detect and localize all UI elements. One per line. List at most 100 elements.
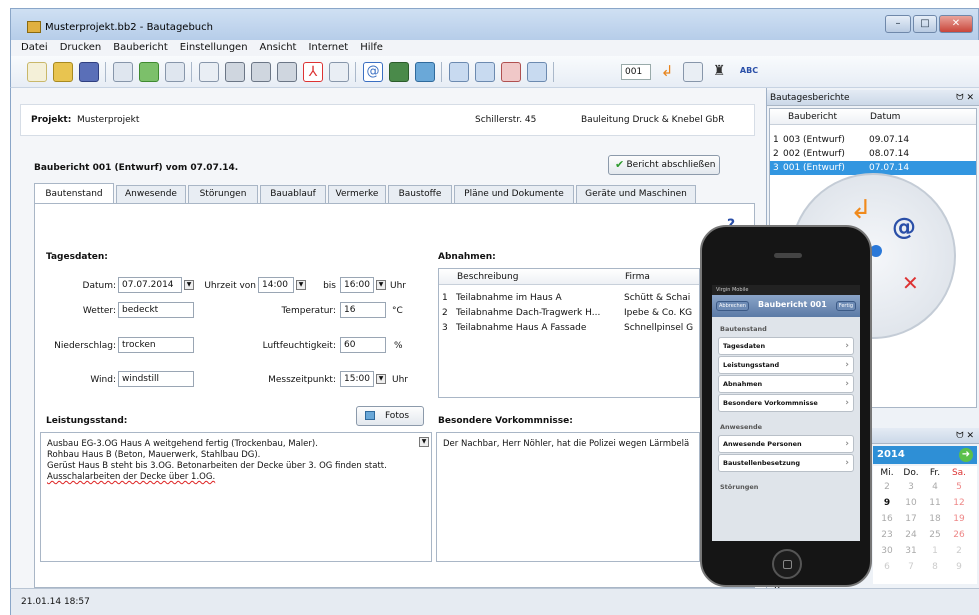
calendar-day[interactable]: 16 [877,514,897,524]
spellcheck-icon[interactable]: ABC [739,62,759,82]
list-icon[interactable] [165,62,185,82]
calendar-day[interactable]: 4 [925,482,945,492]
calendar-day[interactable]: 7 [901,562,921,572]
email-icon[interactable]: @ [363,62,383,82]
tab-anwesende[interactable]: Anwesende [116,185,186,203]
table-icon[interactable] [527,62,547,82]
jump-arrow-icon[interactable]: ↲ [657,62,677,82]
column-beschreibung[interactable]: Beschreibung [457,269,518,285]
pdf-icon[interactable]: ⅄ [303,62,323,82]
column-baubericht[interactable]: Baubericht [788,109,837,125]
report-icon[interactable] [113,62,133,82]
camera-icon[interactable] [415,62,435,82]
phone-item-abnahmen[interactable]: Abnahmen [718,375,854,393]
binoculars-icon[interactable]: ♜ [709,62,729,82]
text-dropdown-icon[interactable]: ▼ [419,437,429,447]
tab-bauablauf[interactable]: Bauablauf [260,185,326,203]
calendar-day[interactable]: 19 [949,514,969,524]
email-icon[interactable]: @ [892,213,916,241]
vorkommnisse-textarea[interactable]: Der Nachbar, Herr Nöhler, hat die Polize… [436,432,700,562]
menu-internet[interactable]: Internet [308,40,348,56]
delete-icon[interactable]: ✕ [902,271,919,295]
calendar-day[interactable]: 24 [901,530,921,540]
datum-field[interactable]: 07.07.2014 [118,277,182,293]
calendar-day[interactable]: 10 [901,498,921,508]
minimize-button[interactable]: – [885,15,911,33]
phone-back-button[interactable]: Abbrechen [716,301,749,311]
print-setup-icon[interactable] [277,62,297,82]
open-icon[interactable] [53,62,73,82]
menu-baubericht[interactable]: Baubericht [113,40,167,56]
bis-field[interactable]: 16:00 [340,277,374,293]
calendar-day[interactable]: 2 [949,546,969,556]
insert-row-icon[interactable] [475,62,495,82]
wind-field[interactable]: windstill [118,371,194,387]
phone-item-baustellenbesetzung[interactable]: Baustellenbesetzung [718,454,854,472]
calendar-day[interactable]: 2 [877,482,897,492]
tab-stoerungen[interactable]: Störungen [188,185,258,203]
datum-dropdown-icon[interactable]: ▼ [184,280,194,290]
column-datum[interactable]: Datum [870,109,900,125]
menu-hilfe[interactable]: Hilfe [360,40,383,56]
menu-ansicht[interactable]: Ansicht [260,40,297,56]
phone-item-leistungsstand[interactable]: Leistungsstand [718,356,854,374]
phone-done-button[interactable]: Fertig [835,301,856,311]
bis-dropdown-icon[interactable]: ▼ [376,280,386,290]
delete-row-icon[interactable] [501,62,521,82]
panel-pin-close-icon[interactable]: ᗢ ✕ [956,90,974,106]
close-button[interactable]: ✕ [939,15,973,33]
calendar-day[interactable]: 12 [949,498,969,508]
calendar-day[interactable]: 17 [901,514,921,524]
menu-drucken[interactable]: Drucken [60,40,102,56]
leistungsstand-textarea[interactable]: Ausbau EG-3.OG Haus A weitgehend fertig … [40,432,432,562]
menu-einstellungen[interactable]: Einstellungen [180,40,248,56]
wetter-field[interactable]: bedeckt [118,302,194,318]
table-row[interactable]: 1 Teilabnahme im Haus A Schütt & Schai [442,291,699,305]
phone-item-tagesdaten[interactable]: Tagesdaten [718,337,854,355]
calendar-day[interactable]: 18 [925,514,945,524]
next-month-icon[interactable]: ➜ [959,448,973,462]
fotos-button[interactable]: Fotos [356,406,424,426]
maximize-button[interactable]: □ [913,15,937,33]
calendar-day[interactable]: 11 [925,498,945,508]
luftfeuchtigkeit-field[interactable]: 60 [340,337,386,353]
search-report-icon[interactable] [683,62,703,82]
new-icon[interactable] [27,62,47,82]
persons-icon[interactable] [139,62,159,82]
calendar-day[interactable]: 9 [877,498,897,508]
export-icon[interactable] [329,62,349,82]
messzeitpunkt-field[interactable]: 15:00 [340,371,374,387]
temperatur-field[interactable]: 16 [340,302,386,318]
phone-item-vorkommnisse[interactable]: Besondere Vorkommnisse [718,394,854,412]
calendar-day[interactable]: 9 [949,562,969,572]
calendar-day[interactable]: 26 [949,530,969,540]
menu-datei[interactable]: Datei [21,40,48,56]
calendar-day[interactable]: 31 [901,546,921,556]
print-all-icon[interactable] [251,62,271,82]
niederschlag-field[interactable]: trocken [118,337,194,353]
panel-pin-close-icon[interactable]: ᗢ ✕ [956,428,974,444]
von-field[interactable]: 14:00 [258,277,294,293]
add-row-icon[interactable] [449,62,469,82]
photo-icon[interactable] [389,62,409,82]
tab-plaene[interactable]: Pläne und Dokumente [454,185,574,203]
calendar-day[interactable]: 5 [949,482,969,492]
table-row[interactable]: 2 Teilabnahme Dach-Tragwerk H... Ipebe &… [442,306,699,320]
print-icon[interactable] [225,62,245,82]
calendar-day[interactable]: 3 [901,482,921,492]
von-dropdown-icon[interactable]: ▼ [296,280,306,290]
tab-bautenstand[interactable]: Bautenstand [34,183,114,203]
arrow-icon[interactable]: ↲ [850,195,872,225]
close-report-button[interactable]: ✔ Bericht abschließen [608,155,720,175]
calendar-day[interactable]: 25 [925,530,945,540]
table-row[interactable]: 2 002 (Entwurf) 08.07.14 [773,147,973,161]
table-row[interactable]: 1 003 (Entwurf) 09.07.14 [773,133,973,147]
save-icon[interactable] [79,62,99,82]
column-firma[interactable]: Firma [625,269,650,285]
tab-baustoffe[interactable]: Baustoffe [388,185,452,203]
tab-geraete[interactable]: Geräte und Maschinen [576,185,696,203]
calendar-day[interactable]: 8 [925,562,945,572]
home-button[interactable] [772,549,802,579]
calendar-day[interactable]: 1 [925,546,945,556]
table-row[interactable]: 3 Teilabnahme Haus A Fassade Schnellpins… [442,321,699,335]
